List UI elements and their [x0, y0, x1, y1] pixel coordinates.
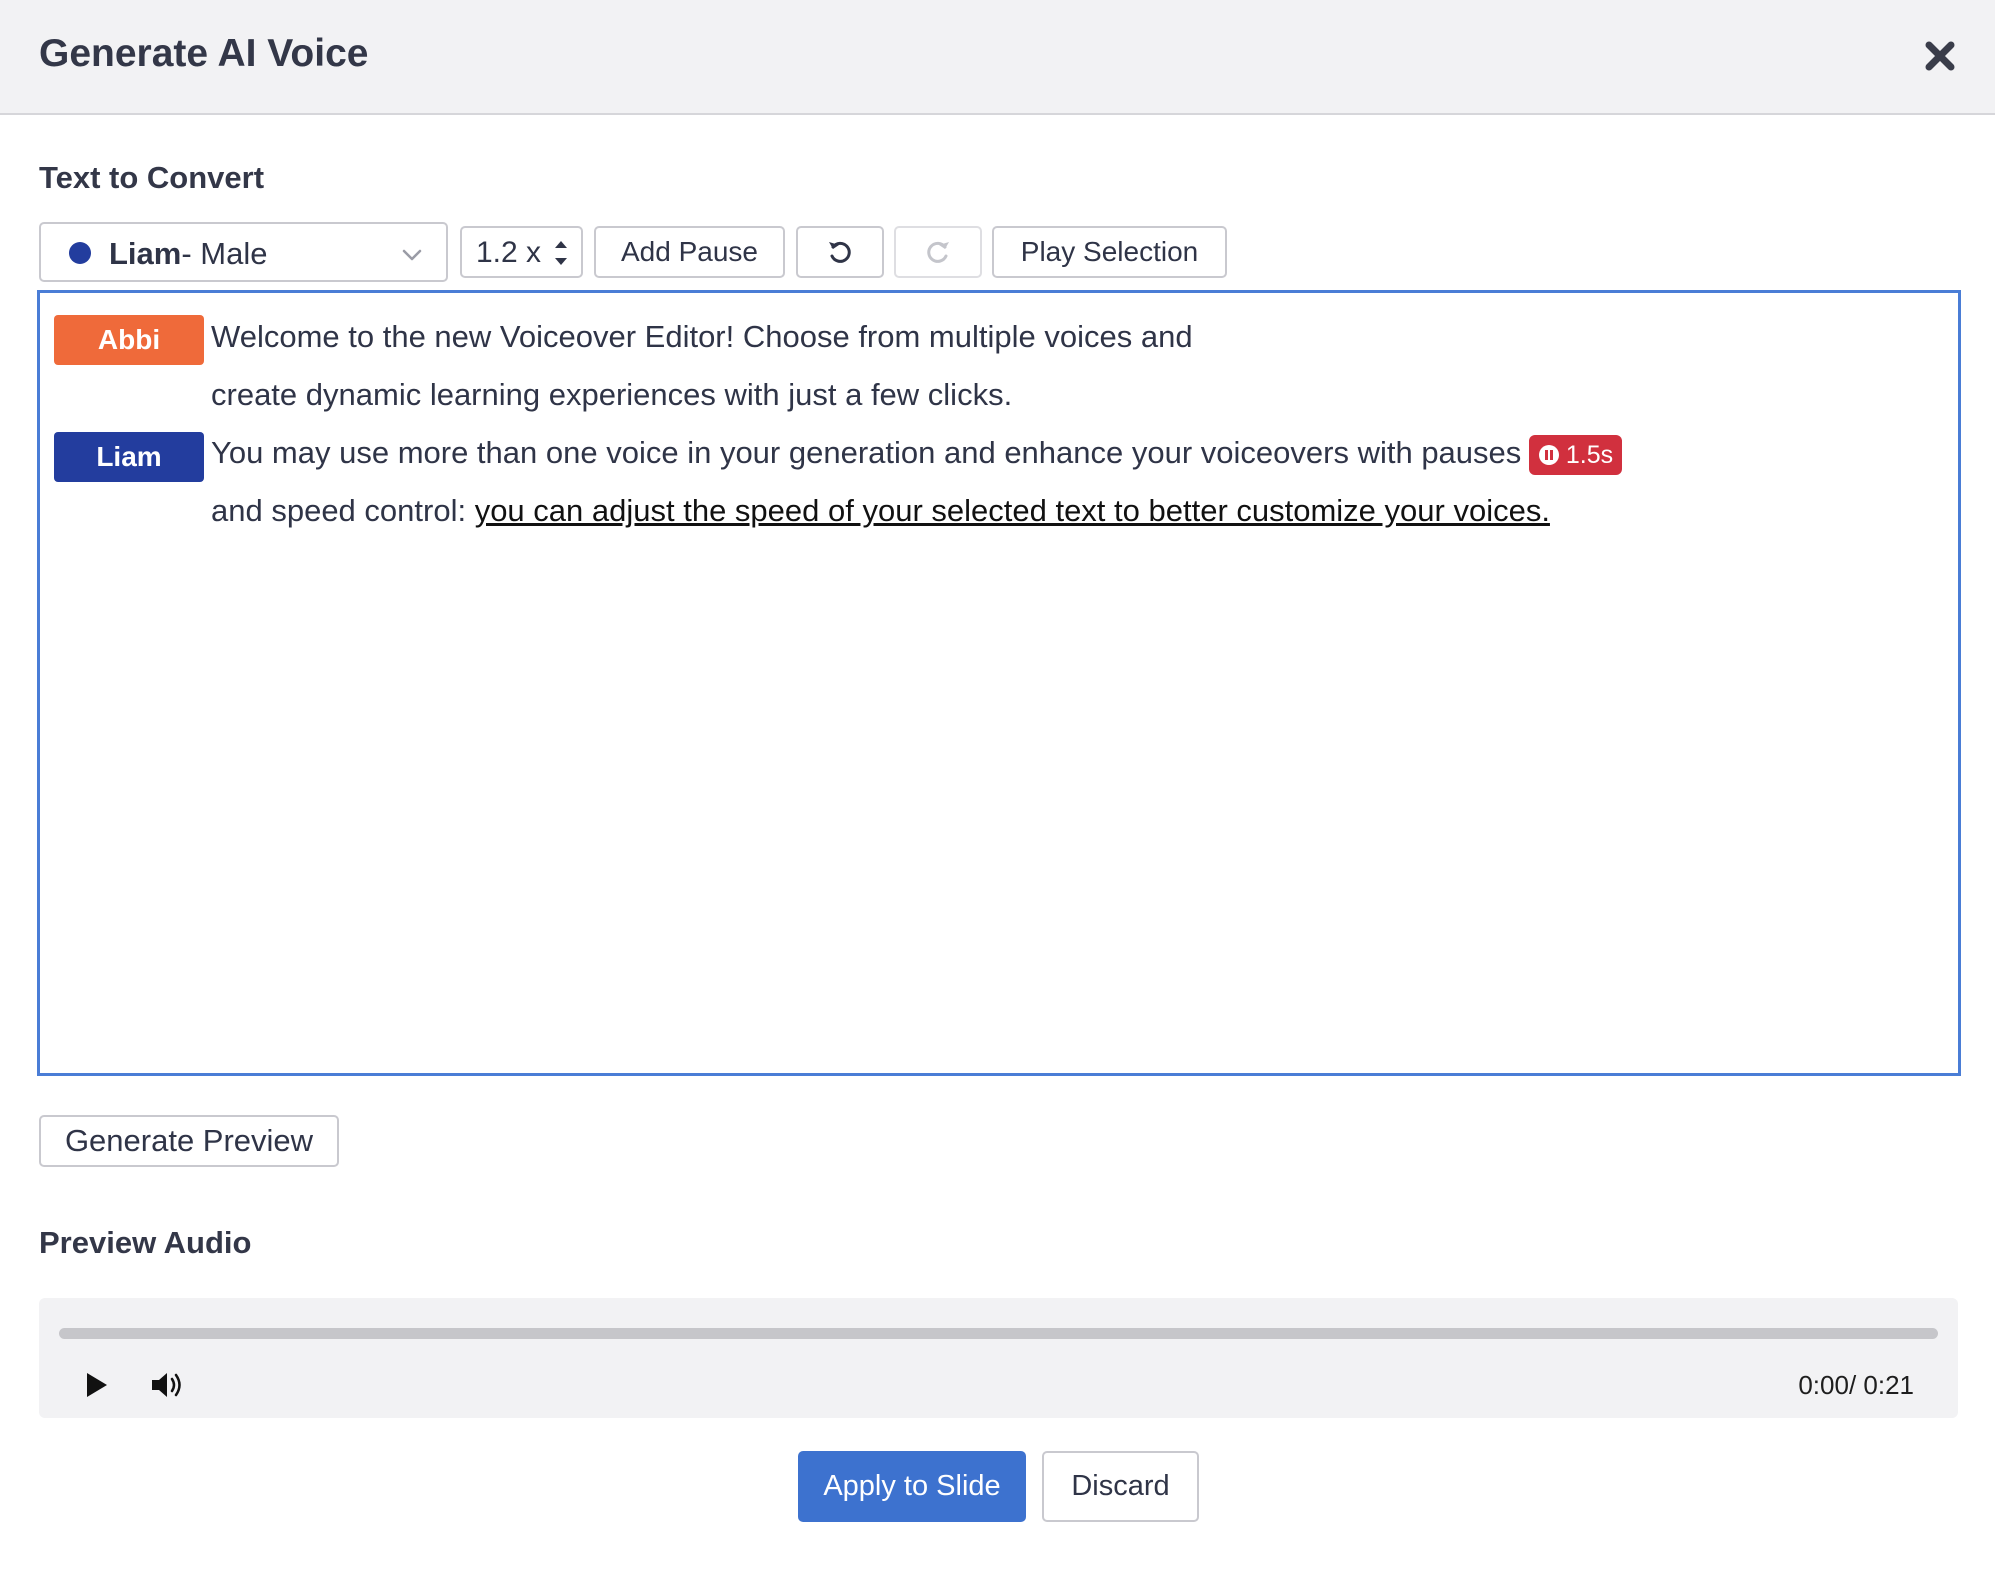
audio-time: 0:00/ 0:21	[1798, 1370, 1914, 1400]
text-editor[interactable]: Abbi Welcome to the new Voiceover Editor…	[37, 290, 1961, 1076]
undo-button[interactable]	[796, 226, 884, 278]
speed-value: 1.2 x	[476, 236, 542, 269]
editor-line: You may use more than one voice in your …	[211, 435, 1522, 470]
editor-line: Welcome to the new Voiceover Editor! Cho…	[211, 319, 1193, 354]
add-pause-button[interactable]: Add Pause	[594, 226, 785, 278]
audio-progress-track[interactable]	[59, 1328, 1938, 1339]
pause-icon	[1538, 445, 1559, 465]
preview-audio-label: Preview Audio	[39, 1225, 252, 1260]
speaker-tag-abbi[interactable]: Abbi	[54, 315, 204, 365]
redo-icon	[927, 241, 949, 263]
chevron-down-icon	[402, 249, 422, 261]
apply-to-slide-button[interactable]: Apply to Slide	[798, 1451, 1026, 1522]
dialog-title: Generate AI Voice	[39, 32, 369, 75]
redo-button[interactable]	[894, 226, 982, 278]
speed-stepper[interactable]: 1.2 x	[460, 226, 583, 278]
voice-select[interactable]: Liam- Male	[39, 222, 448, 282]
speed-adjusted-text[interactable]: you can adjust the speed of your selecte…	[475, 493, 1550, 528]
volume-icon[interactable]	[149, 1368, 189, 1402]
voice-select-value: Liam- Male	[109, 236, 268, 272]
editor-line: create dynamic learning experiences with…	[211, 377, 1013, 412]
play-icon[interactable]	[83, 1370, 111, 1400]
voice-color-dot	[69, 242, 91, 264]
dialog-header: Generate AI Voice	[0, 0, 1995, 115]
text-to-convert-label: Text to Convert	[39, 160, 265, 195]
editor-text: and speed control:	[211, 493, 475, 528]
voice-description: - Male	[181, 236, 268, 271]
play-selection-button[interactable]: Play Selection	[992, 226, 1227, 278]
discard-button[interactable]: Discard	[1042, 1451, 1199, 1522]
editor-line: and speed control: you can adjust the sp…	[211, 493, 1550, 529]
pause-duration: 1.5s	[1565, 440, 1614, 469]
generate-preview-button[interactable]: Generate Preview	[39, 1115, 339, 1167]
undo-icon	[829, 241, 851, 263]
audio-player: 0:00/ 0:21	[39, 1298, 1958, 1418]
pause-badge[interactable]: 1.5s	[1529, 435, 1622, 475]
speaker-tag-liam[interactable]: Liam	[54, 432, 204, 482]
voice-name: Liam	[109, 236, 182, 271]
stepper-arrows-icon[interactable]	[552, 234, 570, 272]
close-icon[interactable]	[1920, 36, 1960, 76]
